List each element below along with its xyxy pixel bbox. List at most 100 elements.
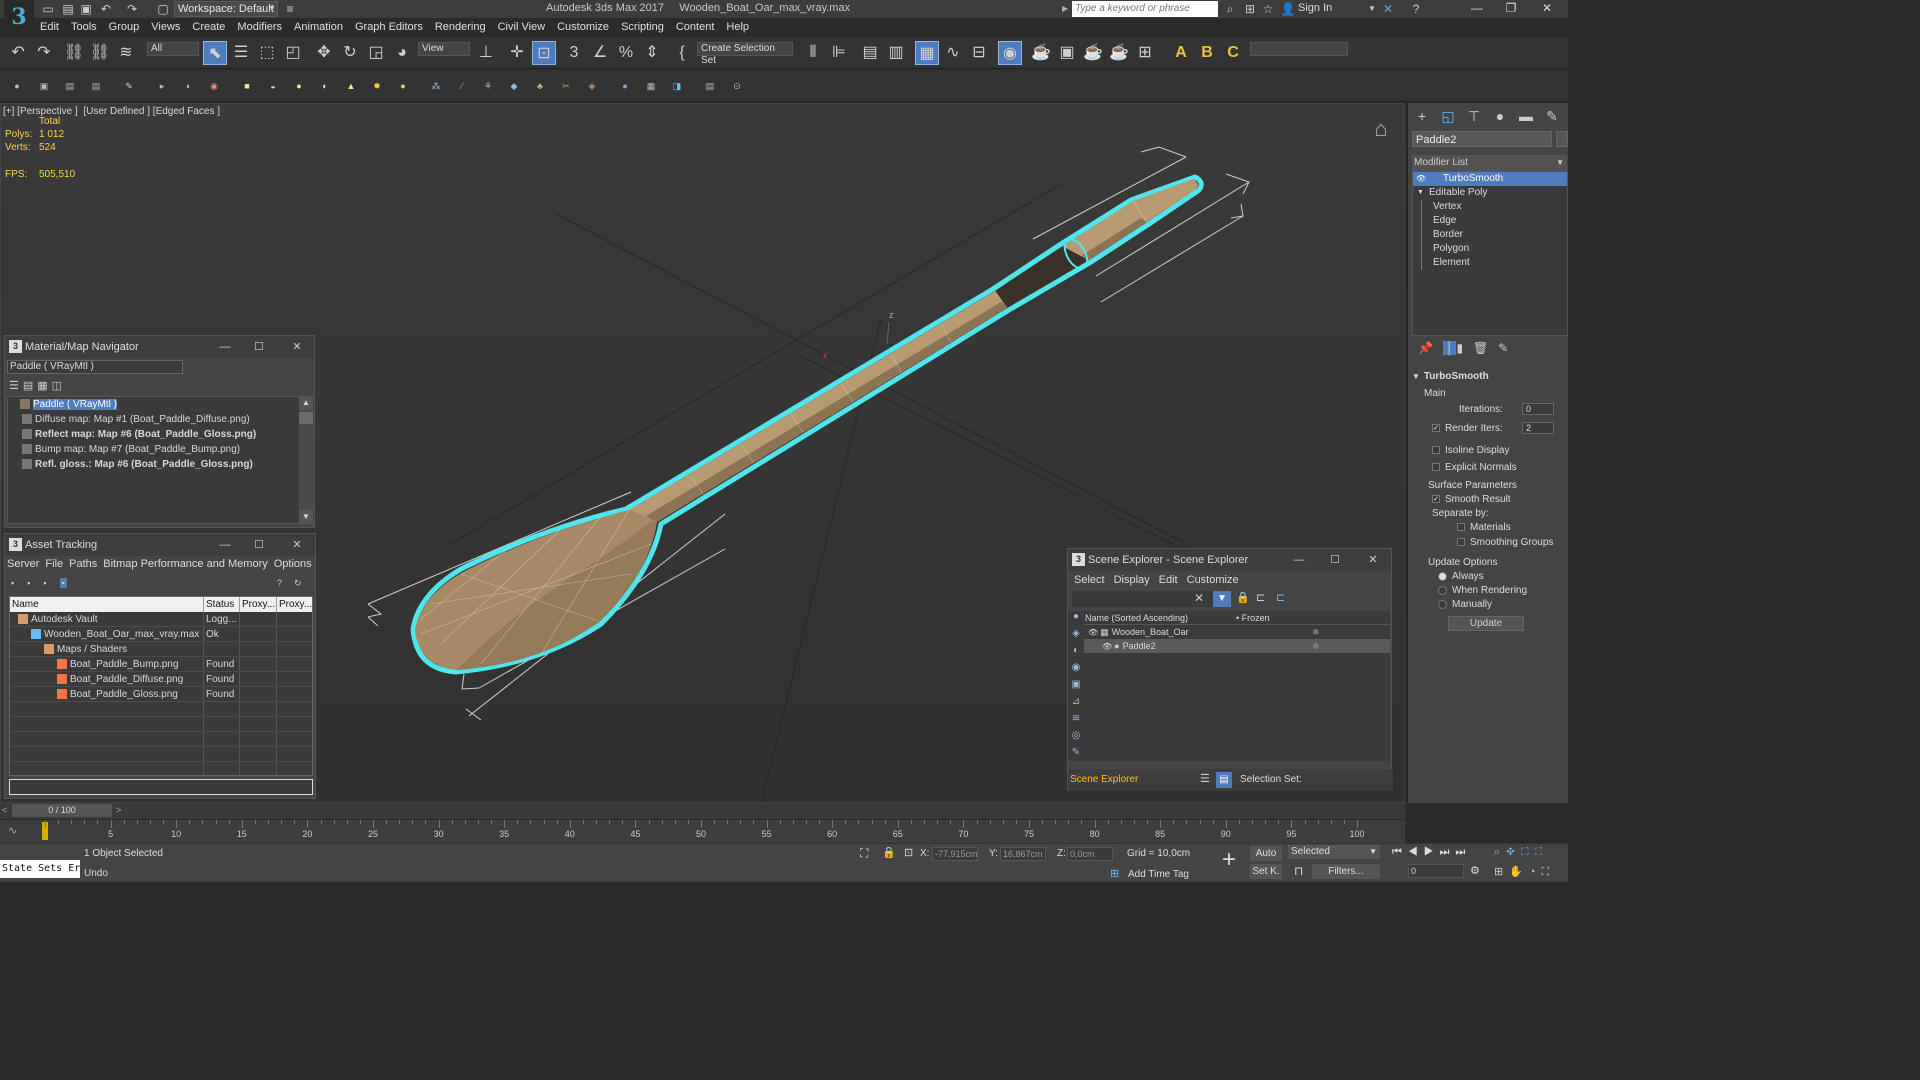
render-iters-row[interactable]: ✓ Render Iters: xyxy=(1432,423,1503,434)
select-object-icon[interactable]: ⬉ xyxy=(203,41,227,65)
lights-filter-icon[interactable]: ◉ xyxy=(1068,662,1084,679)
viewport-nav-controls-2[interactable]: ⊞✋◔⛶ xyxy=(1494,865,1555,879)
sign-in-link[interactable]: Sign In xyxy=(1298,2,1332,14)
hierarchy-icon[interactable]: ⊏ xyxy=(1256,591,1265,604)
menu-display[interactable]: Display xyxy=(1114,574,1150,586)
key-mode-icon[interactable]: ⊓ xyxy=(1294,864,1303,878)
sub-object-level[interactable]: Edge xyxy=(1413,214,1567,228)
material-tree-item[interactable]: Bump map: Map #7 (Boat_Paddle_Bump.png) xyxy=(8,442,300,457)
snaps-toggle-icon[interactable]: 3 xyxy=(562,41,586,65)
time-tag-icon[interactable]: ⊞ xyxy=(1110,867,1119,880)
maximize-button[interactable]: ☐ xyxy=(249,336,269,358)
expand-arrow-icon[interactable]: ▼ xyxy=(1417,186,1424,200)
always-row[interactable]: Always xyxy=(1438,571,1484,582)
menu-graph-editors[interactable]: Graph Editors xyxy=(349,19,429,37)
close-button[interactable]: ✕ xyxy=(287,534,307,556)
binoculars-icon[interactable]: ⌕ xyxy=(1222,1,1238,17)
rendered-frame-window-icon[interactable]: ▣ xyxy=(1055,41,1079,65)
save-icon[interactable]: ▣ xyxy=(78,1,94,17)
schematic-view-icon[interactable]: ⊟ xyxy=(967,41,991,65)
project-folder-icon[interactable]: ▢ xyxy=(155,1,171,17)
clear-search-icon[interactable]: ✕ xyxy=(1194,591,1204,605)
custom-toolbar-dropdown[interactable] xyxy=(1250,42,1348,56)
time-slider[interactable]: < 0 / 100 > xyxy=(0,803,1405,819)
panel-title-bar[interactable]: 3 Asset Tracking — ☐ ✕ xyxy=(5,534,315,556)
display-tab-icon[interactable]: ▬ xyxy=(1516,106,1536,126)
menu-file[interactable]: File xyxy=(45,558,63,570)
plane-icon[interactable]: ■ xyxy=(240,79,254,93)
minimize-button[interactable]: — xyxy=(215,336,235,358)
ambient-light-icon[interactable]: ● xyxy=(396,79,410,93)
absolute-mode-icon[interactable]: ⊡ xyxy=(904,846,913,859)
visibility-eye-icon[interactable]: 👁 xyxy=(1102,642,1112,651)
y-coordinate-field[interactable]: 16,867cm xyxy=(1000,847,1046,861)
groups-filter-icon[interactable]: ◎ xyxy=(1068,730,1084,747)
close-button[interactable]: ✕ xyxy=(1363,549,1383,571)
menu-edit[interactable]: Edit xyxy=(34,19,65,37)
layer-manager-icon[interactable]: ▤ xyxy=(858,41,882,65)
open-file-icon[interactable]: ▤ xyxy=(60,1,76,17)
visibility-eye-icon[interactable]: 👁 xyxy=(1088,628,1098,637)
table-row[interactable]: Maps / Shaders xyxy=(10,642,312,657)
always-radio[interactable] xyxy=(1438,571,1447,581)
menu-tools[interactable]: Tools xyxy=(65,19,103,37)
time-config-icon[interactable]: ⚙ xyxy=(1470,864,1480,877)
undo-icon[interactable]: ↶ xyxy=(98,1,114,17)
col-name[interactable]: Name (Sorted Ascending) xyxy=(1084,611,1236,624)
viewcube-icon[interactable]: ⌂ xyxy=(1365,116,1397,146)
modify-tab-icon[interactable]: ◱ xyxy=(1438,106,1458,126)
menu-server[interactable]: Server xyxy=(7,558,39,570)
material-tree-item[interactable]: Refl. gloss.: Map #6 (Boat_Paddle_Gloss.… xyxy=(8,457,300,472)
explorer-name-dropdown[interactable]: Scene Explorer xyxy=(1070,773,1188,787)
table-row[interactable]: Boat_Paddle_Bump.png Found xyxy=(10,657,312,672)
reference-coord-dropdown[interactable]: View xyxy=(418,42,470,56)
vray-tree-icon[interactable]: ♣ xyxy=(533,79,547,93)
when-rendering-radio[interactable] xyxy=(1438,585,1447,595)
dome-light-icon[interactable]: ◒ xyxy=(266,79,280,93)
curve-editor-icon[interactable]: ∿ xyxy=(941,41,965,65)
plane-object-icon[interactable]: ◆ xyxy=(507,79,521,93)
render-setup-icon[interactable]: ☕ xyxy=(1029,41,1053,65)
iterations-spinner[interactable]: 0 xyxy=(1522,403,1554,415)
menu-select[interactable]: Select xyxy=(1074,574,1105,586)
render-in-cloud-icon[interactable]: ⊞ xyxy=(1133,41,1157,65)
freeze-snowflake-icon[interactable]: ❄ xyxy=(1312,625,1320,639)
maximize-button[interactable]: ☐ xyxy=(1325,549,1345,571)
material-editor-icon[interactable]: ◉ xyxy=(998,41,1022,65)
material-tree-root[interactable]: Paddle ( VRayMtl ) xyxy=(8,397,300,412)
find-input[interactable] xyxy=(1072,591,1228,607)
scene-tree-row[interactable]: 👁 ▦ Wooden_Boat_Oar ❄ xyxy=(1084,625,1390,639)
move-icon[interactable]: ✥ xyxy=(312,41,336,65)
object-color-swatch[interactable] xyxy=(1556,131,1568,147)
menu-views[interactable]: Views xyxy=(145,19,186,37)
asset-path-field[interactable] xyxy=(9,779,313,795)
selection-filter-dropdown[interactable]: All xyxy=(147,42,199,56)
proxy-icon[interactable]: ⚘ xyxy=(481,79,495,93)
panel-icon[interactable]: ▤ xyxy=(89,79,103,93)
new-file-icon[interactable]: ▭ xyxy=(40,1,56,17)
panel-title-bar[interactable]: 3 Scene Explorer - Scene Explorer — ☐ ✕ xyxy=(1068,549,1391,571)
create-tab-icon[interactable]: + xyxy=(1412,106,1432,126)
selection-set-icon[interactable]: ▤ xyxy=(1216,772,1232,788)
frame-buffer-icon[interactable]: ▣ xyxy=(37,79,51,93)
redo-icon[interactable]: ↷ xyxy=(32,41,56,65)
menu-scripting[interactable]: Scripting xyxy=(615,19,670,37)
modifier-stack-item[interactable]: 👁 TurboSmooth xyxy=(1413,172,1567,186)
table-row[interactable]: Autodesk Vault Logg... xyxy=(10,612,312,627)
decal-icon[interactable]: ◈ xyxy=(585,79,599,93)
utilities-tab-icon[interactable]: ✎ xyxy=(1542,106,1562,126)
text-tool-a-icon[interactable]: A xyxy=(1169,41,1193,65)
isoline-row[interactable]: Isoline Display xyxy=(1432,445,1509,456)
tree-scrollbar[interactable]: ▲ ▼ xyxy=(299,396,313,524)
mtl-lib-icon[interactable]: ▦ xyxy=(644,79,658,93)
material-tree-item[interactable]: Reflect map: Map #6 (Boat_Paddle_Gloss.p… xyxy=(8,427,300,442)
text-tool-b-icon[interactable]: B xyxy=(1195,41,1219,65)
edit-named-selection-icon[interactable]: { xyxy=(670,41,694,65)
table-row[interactable]: Boat_Paddle_Diffuse.png Found xyxy=(10,672,312,687)
smoothing-groups-checkbox[interactable] xyxy=(1457,538,1465,547)
set-key-button[interactable]: Set K. xyxy=(1250,864,1282,879)
curve-editor-mini-icon[interactable]: ∿ xyxy=(8,824,17,837)
select-by-name-icon[interactable]: ☰ xyxy=(229,41,253,65)
pivot-center-icon[interactable]: ⊥ xyxy=(474,41,498,65)
undo-icon[interactable]: ↶ xyxy=(6,41,30,65)
